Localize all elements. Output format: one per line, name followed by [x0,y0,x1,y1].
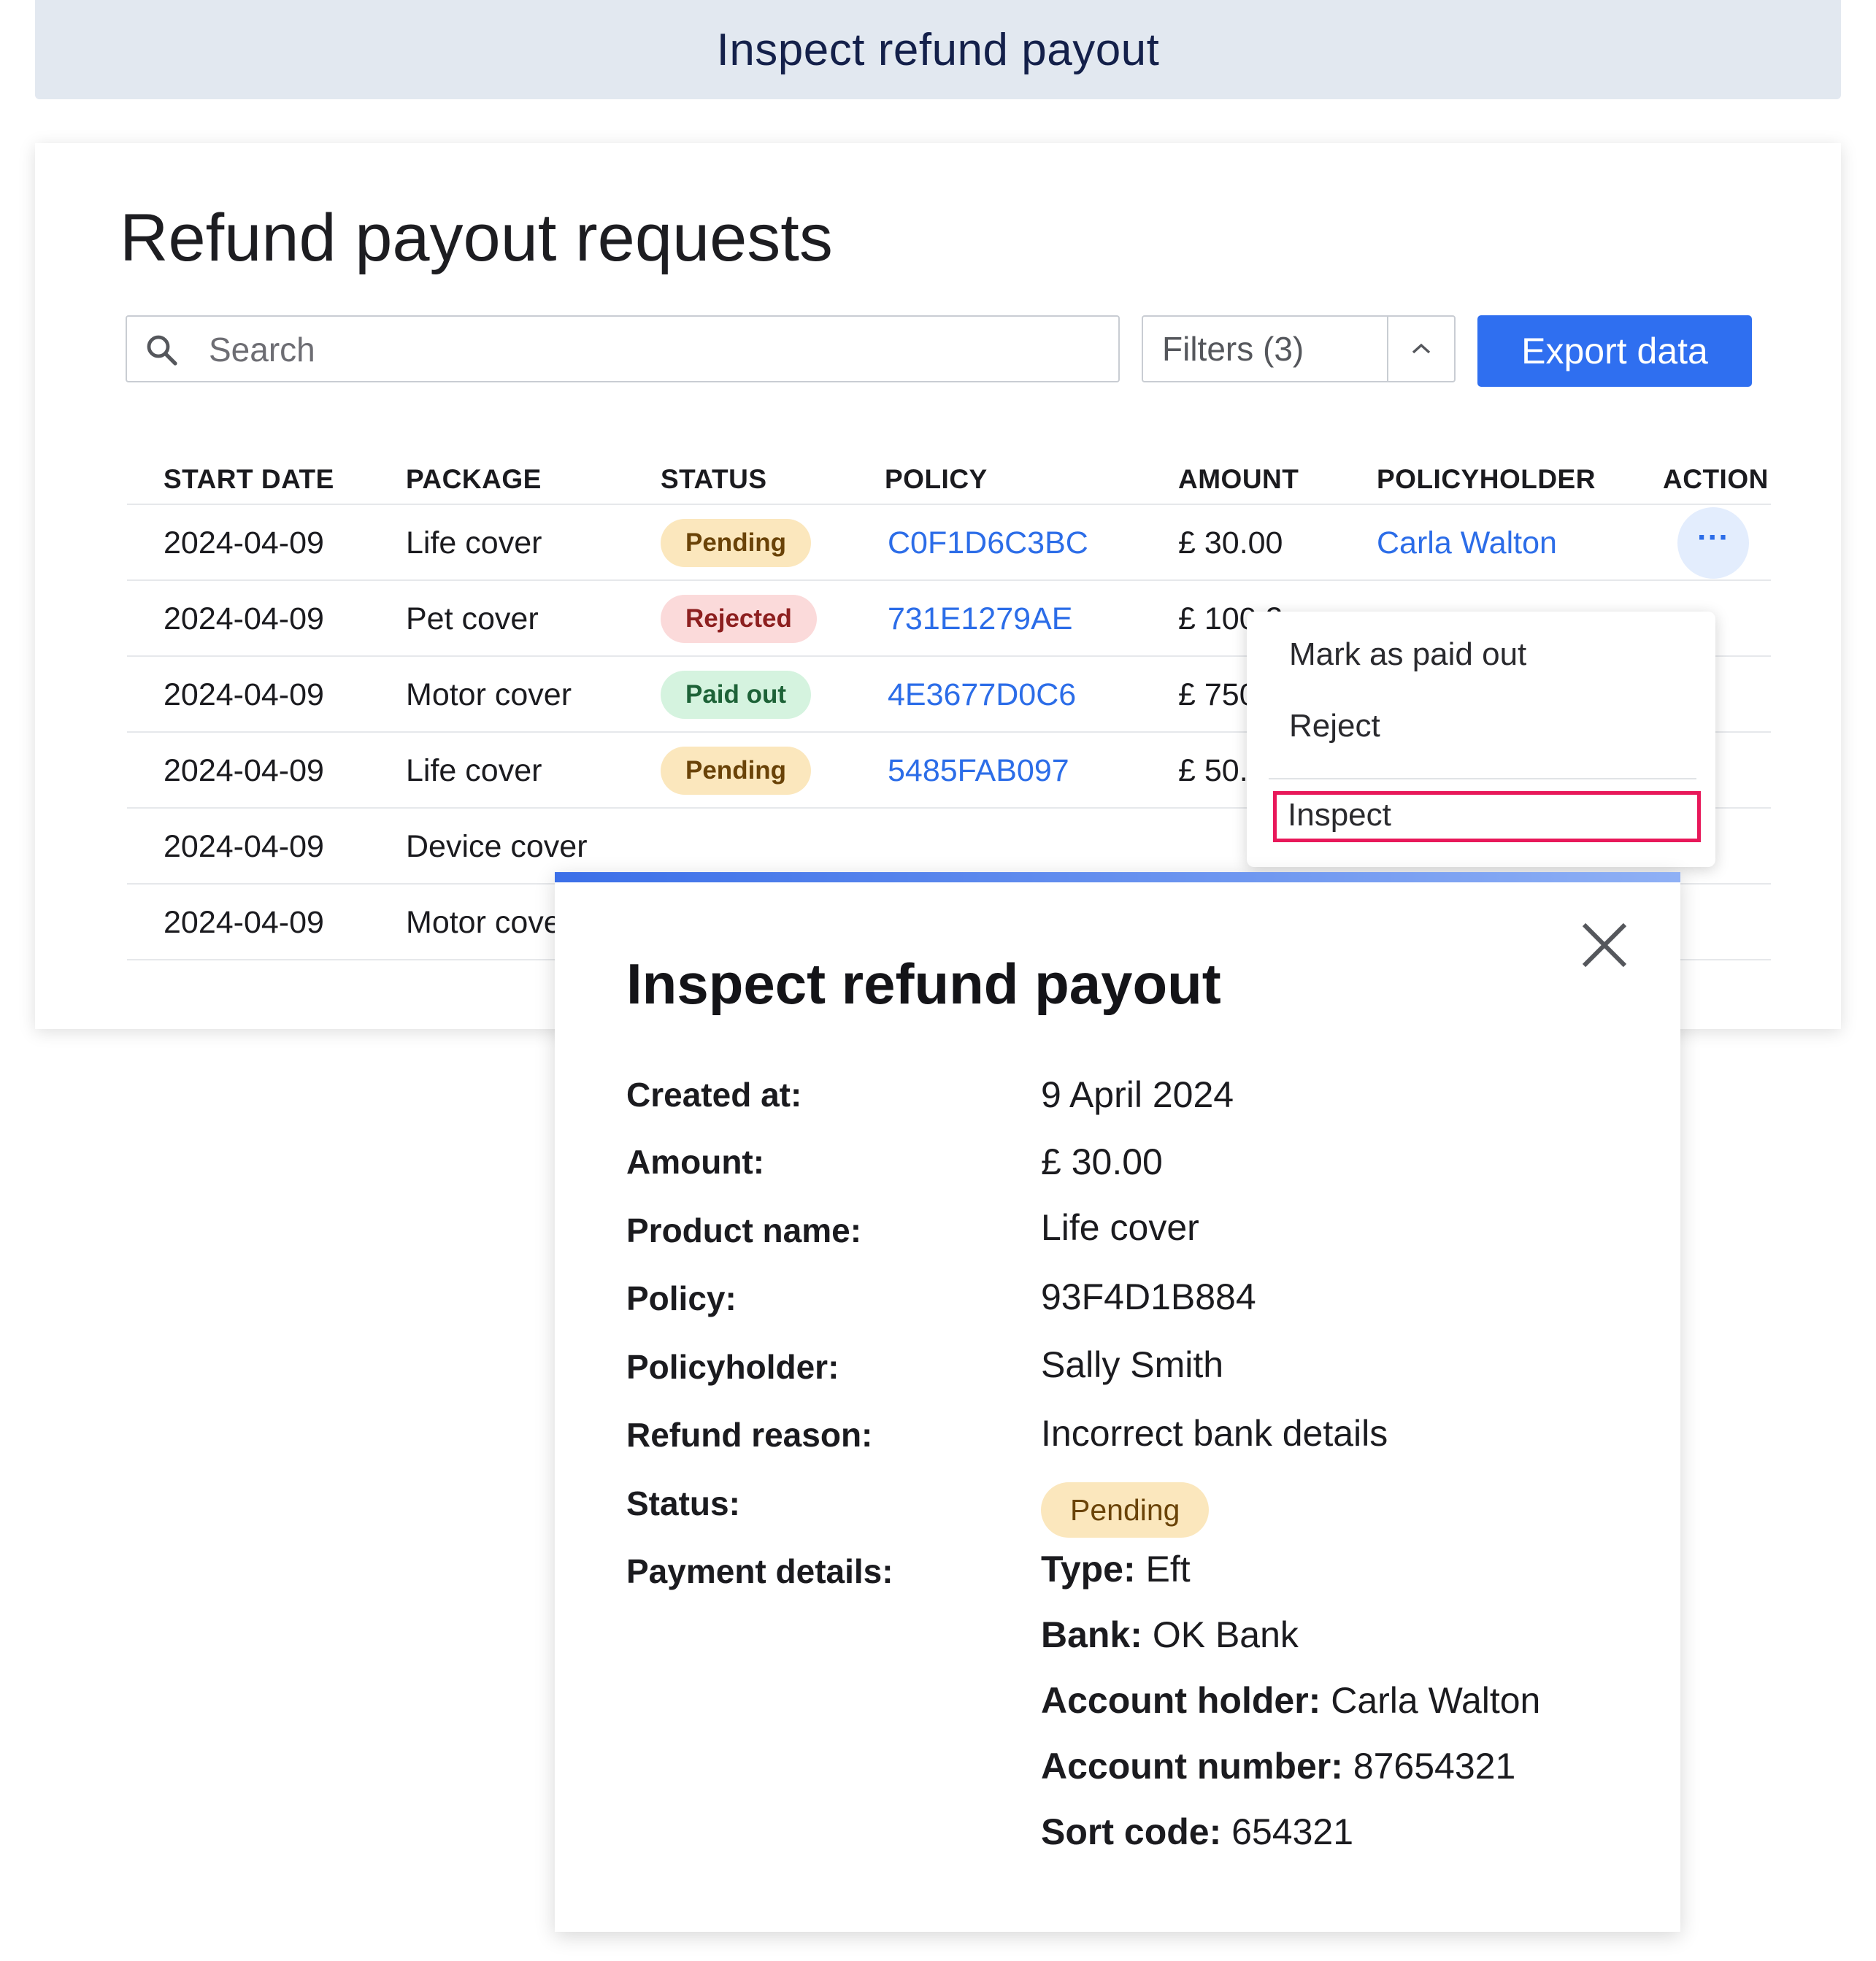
close-icon[interactable] [1577,917,1632,973]
payment-holder-value: Carla Walton [1331,1680,1541,1721]
label-policy: Policy: [626,1279,737,1317]
cell-start-date: 2024-04-09 [164,752,324,788]
payment-account-holder: Account holder: Carla Walton [1041,1679,1540,1722]
header-status: STATUS [661,464,767,494]
cell-amount: £ 30.00 [1178,525,1283,560]
cell-start-date: 2024-04-09 [164,525,324,560]
modal-title: Inspect refund payout [626,952,1221,1016]
cell-package: Pet cover [406,601,539,636]
policy-link[interactable]: 4E3677D0C6 [888,657,1076,733]
cell-start-date: 2024-04-09 [164,677,324,712]
row-actions-button[interactable]: ··· [1677,507,1749,579]
status-badge: Pending [661,747,812,795]
cell-start-date: 2024-04-09 [164,601,324,636]
export-label: Export data [1521,331,1708,371]
menu-item-inspect[interactable]: Inspect [1288,797,1391,833]
policy-link[interactable]: 5485FAB097 [888,733,1069,809]
policy-link[interactable]: C0F1D6C3BC [888,505,1088,581]
value-refund-reason: Incorrect bank details [1041,1413,1388,1454]
header-package: PACKAGE [406,464,542,494]
cell-status: Pending [661,505,812,581]
label-created: Created at: [626,1076,802,1114]
payment-type-label: Type: [1041,1549,1136,1590]
cell-status: Pending [661,733,812,809]
payment-bank-label: Bank: [1041,1614,1142,1655]
cell-package: Life cover [406,525,542,560]
banner-title: Inspect refund payout [716,24,1160,75]
status-badge: Rejected [661,595,817,643]
menu-item-reject[interactable]: Reject [1289,708,1380,744]
payment-holder-label: Account holder: [1041,1680,1321,1721]
payment-sort-label: Sort code: [1041,1811,1222,1852]
cell-start-date: 2024-04-09 [164,828,324,864]
cell-status: Paid out [661,657,812,733]
status-badge: Pending [661,519,812,567]
cell-package: Life cover [406,752,542,788]
label-policyholder: Policyholder: [626,1348,839,1386]
search-input[interactable] [207,317,1086,382]
export-data-button[interactable]: Export data [1477,315,1752,387]
header-policyholder: POLICYHOLDER [1377,464,1596,494]
cell-start-date: 2024-04-09 [164,904,324,940]
menu-item-mark-paid[interactable]: Mark as paid out [1289,636,1526,673]
payment-type: Type: Eft [1041,1548,1191,1590]
policy-link[interactable]: 731E1279AE [888,581,1072,657]
label-payment-details: Payment details: [626,1552,893,1590]
policyholder-link[interactable]: Carla Walton [1377,505,1557,581]
payment-type-value: Eft [1145,1549,1191,1590]
payment-account-number: Account number: 87654321 [1041,1745,1515,1787]
cell-package: Motor cover [406,904,572,940]
label-status: Status: [626,1484,740,1522]
inspect-modal: Inspect refund payout Created at: 9 Apri… [555,872,1680,1932]
header-action: ACTION [1663,464,1769,494]
payment-number-value: 87654321 [1353,1746,1516,1787]
payment-number-label: Account number: [1041,1746,1343,1787]
modal-policy-link[interactable]: 93F4D1B884 [1041,1276,1256,1318]
modal-policyholder-link[interactable]: Sally Smith [1041,1344,1223,1386]
status-badge: Paid out [661,671,812,719]
payment-bank-value: OK Bank [1152,1614,1299,1655]
page-title: Refund payout requests [120,201,833,275]
header-start-date: START DATE [164,464,334,494]
filters-button[interactable]: Filters (3) [1142,315,1388,382]
cell-package: Motor cover [406,677,572,712]
chevron-up-icon [1412,343,1431,354]
cell-action: ··· [1677,505,1749,581]
label-product: Product name: [626,1211,862,1249]
value-product: Life cover [1041,1207,1199,1248]
payment-sort-code: Sort code: 654321 [1041,1811,1353,1853]
value-created: 9 April 2024 [1041,1074,1234,1115]
header-amount: AMOUNT [1178,464,1299,494]
value-amount: £ 30.00 [1041,1141,1163,1182]
payment-bank: Bank: OK Bank [1041,1614,1299,1656]
label-refund-reason: Refund reason: [626,1416,873,1454]
header-policy: POLICY [885,464,988,494]
menu-divider [1269,778,1696,779]
table-row: 2024-04-09 Life cover Pending C0F1D6C3BC… [127,505,1771,581]
payment-sort-value: 654321 [1231,1811,1354,1852]
filters-toggle-button[interactable] [1387,315,1456,382]
modal-accent-bar [555,872,1680,882]
search-icon [147,335,177,366]
label-amount: Amount: [626,1143,765,1181]
search-box[interactable] [126,315,1120,382]
filters-label: Filters (3) [1162,330,1304,368]
modal-status-badge: Pending [1041,1482,1210,1538]
row-actions-menu: Mark as paid out Reject Inspect [1247,612,1715,867]
more-icon: ··· [1697,520,1729,555]
banner: Inspect refund payout [35,0,1841,99]
cell-status: Rejected [661,581,817,657]
